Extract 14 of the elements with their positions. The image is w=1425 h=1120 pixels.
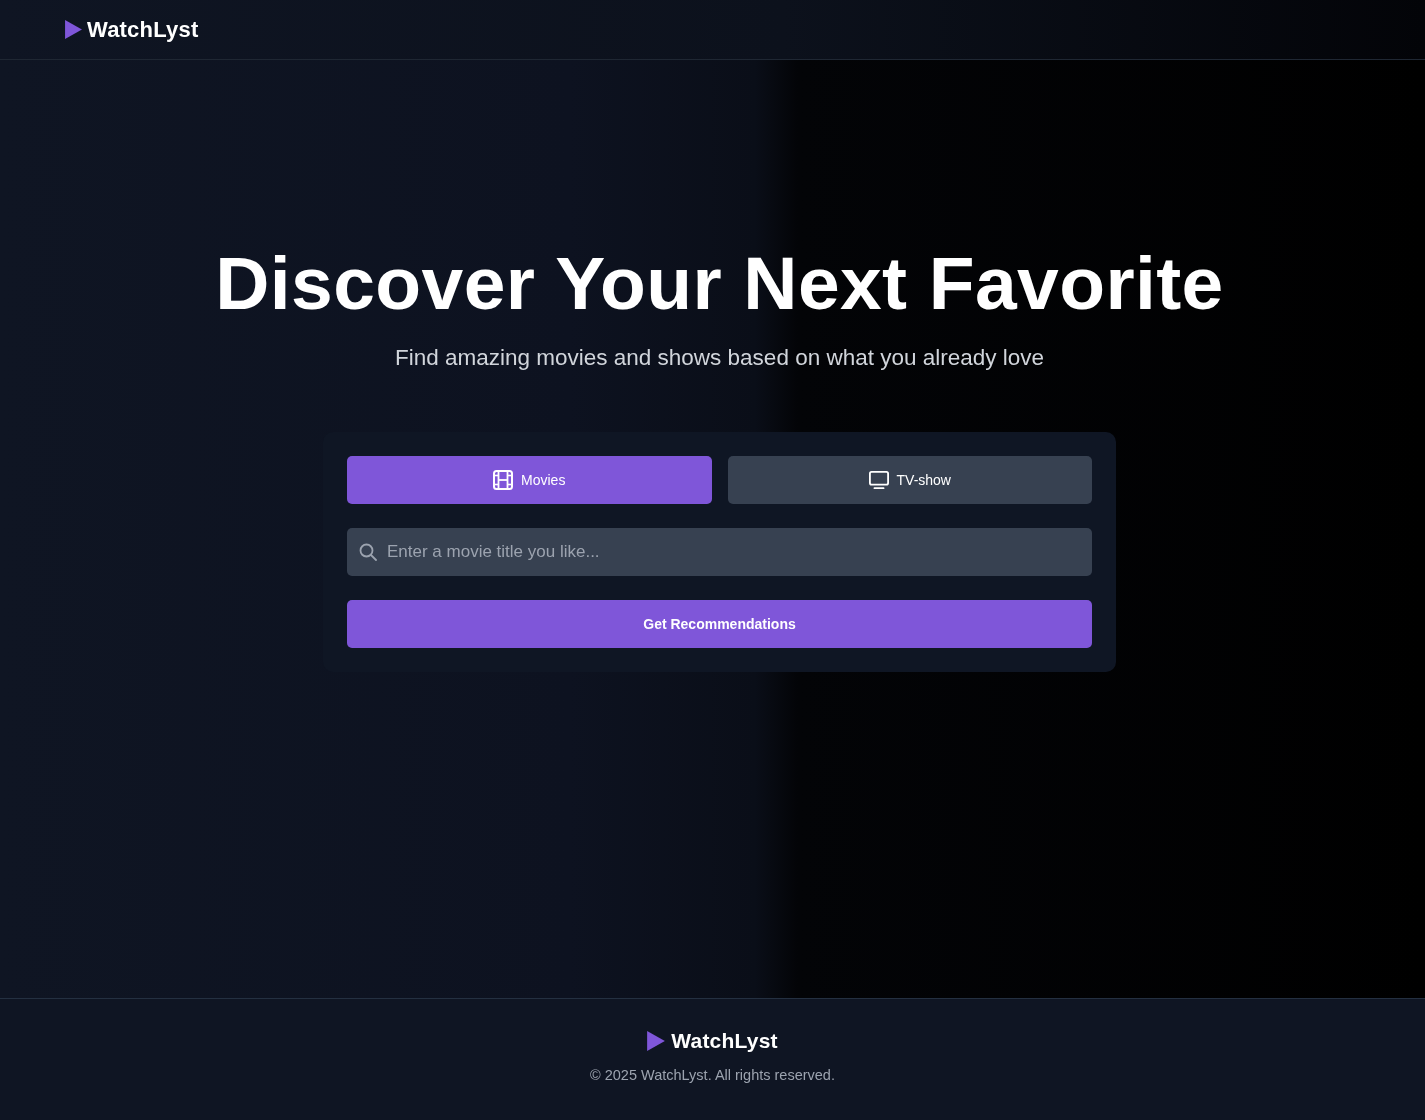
play-logo-icon [65,20,82,39]
hero-subtitle: Find amazing movies and shows based on what you already love [394,344,1045,372]
copyright-text: © 2025 WatchLyst. All rights reserved. [590,1067,835,1083]
category-tab[interactable]: Movies [347,456,712,504]
monitor-icon [868,470,889,490]
brand-logo[interactable]: WatchLyst [87,16,199,43]
get-recommendations-button[interactable]: Get Recommendations [347,600,1092,648]
search-icon [359,543,377,561]
footer-logo: WatchLyst [671,1029,778,1053]
film-icon [493,470,514,490]
hero-title: Discover Your Next Favorite [215,240,1224,326]
category-tab[interactable]: TV-show [727,456,1092,504]
search-field[interactable]: Enter a movie title you like... [347,528,1092,576]
play-logo-icon [647,1031,666,1051]
